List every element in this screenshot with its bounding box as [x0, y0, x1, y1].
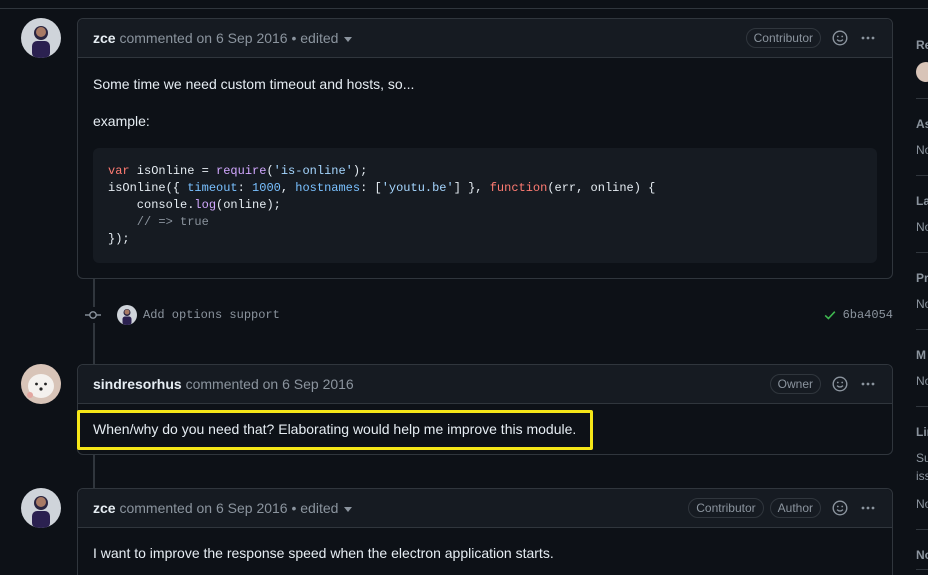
comment-timestamp[interactable]: commented on 6 Sep 2016 • edited [119, 30, 338, 46]
sidebar-divider [916, 98, 928, 99]
comment-body: I want to improve the response speed whe… [78, 528, 892, 575]
add-reaction-button[interactable] [831, 29, 849, 47]
sidebar-labels-value: No [916, 220, 928, 234]
sidebar-linked-title[interactable]: Lin [916, 425, 928, 439]
kebab-horizontal-icon [861, 36, 875, 40]
more-options-button[interactable] [859, 29, 877, 47]
timeline-line [93, 454, 95, 490]
code-line: isOnline({ timeout: 1000, hostnames: ['y… [108, 181, 656, 195]
more-options-button[interactable] [859, 375, 877, 393]
commit-event: Add options support 6ba4054 [85, 303, 893, 327]
smiley-icon [832, 500, 848, 516]
commit-message-link[interactable]: Add options support [143, 308, 823, 322]
author-link[interactable]: sindresorhus [93, 376, 182, 392]
comment: zce commented on 6 Sep 2016 • edited Con… [77, 18, 893, 279]
sidebar-assignees-title[interactable]: As [916, 117, 928, 131]
avatar[interactable] [21, 364, 61, 404]
sidebar-notifications-title[interactable]: No [916, 548, 928, 562]
sidebar-linked-value: No [916, 497, 928, 511]
code-line: }); [108, 232, 130, 246]
more-options-button[interactable] [859, 499, 877, 517]
check-icon[interactable] [823, 308, 837, 322]
add-reaction-button[interactable] [831, 499, 849, 517]
sidebar-assignees-value: No [916, 143, 928, 157]
avatar[interactable] [21, 18, 61, 58]
author-link[interactable]: zce [93, 30, 116, 46]
code-line: // => true [108, 215, 209, 229]
reviewer-avatar[interactable] [916, 62, 928, 82]
sidebar-divider [916, 252, 928, 253]
comment-meta: sindresorhus commented on 6 Sep 2016 [93, 376, 764, 392]
smiley-icon [832, 376, 848, 392]
kebab-horizontal-icon [861, 506, 875, 510]
sidebar-divider [916, 569, 928, 570]
sidebar-divider [916, 529, 928, 530]
comment-paragraph: Some time we need custom timeout and hos… [93, 76, 415, 92]
comment: zce commented on 6 Sep 2016 • edited Con… [77, 488, 893, 575]
comment-header: sindresorhus commented on 6 Sep 2016 Own… [78, 365, 892, 404]
sidebar-projects-value: No [916, 297, 928, 311]
chevron-down-icon[interactable] [344, 506, 353, 512]
sidebar-milestone-value: No [916, 374, 928, 388]
top-divider [0, 8, 928, 9]
chevron-down-icon[interactable] [344, 36, 353, 42]
comment-body: Some time we need custom timeout and hos… [78, 58, 892, 279]
comment: sindresorhus commented on 6 Sep 2016 Own… [77, 364, 893, 455]
sidebar-projects-title[interactable]: Pr [916, 271, 928, 285]
sidebar-labels-title[interactable]: La [916, 194, 928, 208]
comment-timestamp[interactable]: commented on 6 Sep 2016 [186, 376, 354, 392]
code-line: var isOnline = require('is-online'); [108, 164, 368, 178]
sidebar-divider [916, 175, 928, 176]
contributor-badge: Contributor [745, 28, 821, 48]
sidebar-linked-text: Su [916, 451, 928, 465]
sidebar-divider [916, 329, 928, 330]
comment-meta: zce commented on 6 Sep 2016 • edited [93, 500, 682, 516]
comment-meta: zce commented on 6 Sep 2016 • edited [93, 30, 740, 46]
sidebar-linked-text: iss [916, 469, 928, 483]
sidebar-divider [916, 406, 928, 407]
comment-paragraph: When/why do you need that? Elaborating w… [93, 421, 577, 437]
comment-paragraph: I want to improve the response speed whe… [93, 545, 554, 561]
avatar[interactable] [21, 488, 61, 528]
comment-body: When/why do you need that? Elaborating w… [78, 404, 892, 456]
comment-paragraph: example: [93, 113, 150, 129]
sidebar: Re As No La No Pr No M No Lin Su iss No … [916, 0, 928, 575]
smiley-icon [832, 30, 848, 46]
contributor-badge: Contributor [688, 498, 764, 518]
git-commit-icon [85, 307, 101, 323]
owner-badge: Owner [769, 374, 821, 394]
sidebar-reviewers-title[interactable]: Re [916, 38, 928, 52]
author-badge: Author [769, 498, 821, 518]
commit-sha-link[interactable]: 6ba4054 [843, 308, 893, 322]
comment-header: zce commented on 6 Sep 2016 • edited Con… [78, 19, 892, 58]
comment-timestamp[interactable]: commented on 6 Sep 2016 • edited [119, 500, 338, 516]
code-line: console.log(online); [108, 198, 281, 212]
comment-header: zce commented on 6 Sep 2016 • edited Con… [78, 489, 892, 528]
add-reaction-button[interactable] [831, 375, 849, 393]
kebab-horizontal-icon [861, 382, 875, 386]
commit-avatar[interactable] [117, 305, 137, 325]
author-link[interactable]: zce [93, 500, 116, 516]
sidebar-milestone-title[interactable]: M [916, 348, 926, 362]
code-block: var isOnline = require('is-online'); isO… [93, 148, 877, 263]
